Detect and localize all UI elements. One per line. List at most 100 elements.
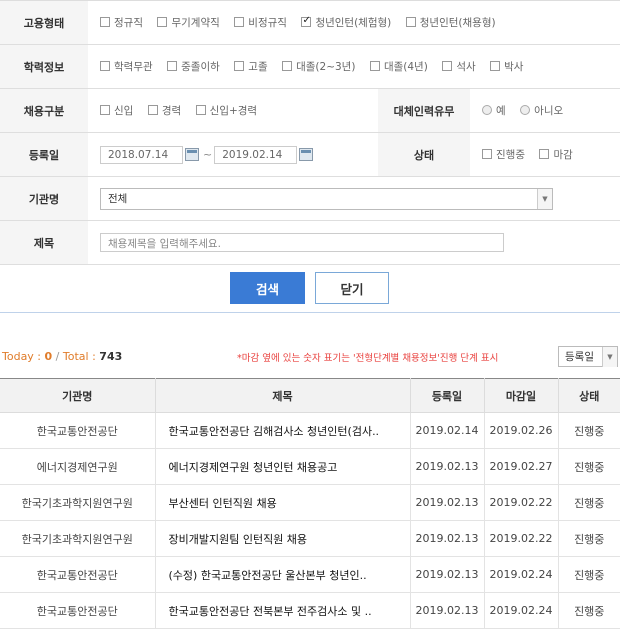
checkbox-icon[interactable] [482,149,492,160]
cell-status: 진행중 [558,520,620,557]
checkbox-icon[interactable] [234,17,245,28]
cell-title-link[interactable]: 에너지경제연구원 청년인턴 채용공고 [155,448,411,485]
cell-title-link[interactable]: 한국교통안전공단 김해검사소 청년인턴(검사.. [155,412,411,449]
table-row[interactable]: 한국기초과학지원연구원 부산센터 인턴직원 채용 2019.02.13 2019… [0,484,620,521]
radio-icon[interactable] [520,105,531,116]
checkbox-icon[interactable] [539,149,550,160]
calendar-icon[interactable] [185,148,199,161]
checkbox-icon[interactable] [100,105,110,116]
radio-icon[interactable] [482,105,492,116]
checkbox-new-experienced[interactable]: 신입+경력 [195,103,257,118]
checkbox-icon[interactable] [100,61,110,72]
checkbox-icon[interactable] [157,17,168,28]
result-summary: Today : 0 / Total : 743 [2,350,122,363]
checkbox-status-ongoing[interactable]: 진행중 [482,147,525,162]
agency-select[interactable]: 전체 ▼ [100,187,553,210]
checkbox-new[interactable]: 신입 [100,103,133,118]
column-header-agency[interactable]: 기관명 [0,378,156,413]
cell-reg-date: 2019.02.13 [410,520,485,557]
checkbox-icon[interactable] [147,105,158,116]
cell-due-date: 2019.02.22 [484,484,559,521]
column-header-reg-date[interactable]: 등록일 [410,378,485,413]
checkbox-employment-nonregular[interactable]: 비정규직 [234,15,287,30]
status-note: *마감 옆에 있는 숫자 표기는 '전형단계별 채용정보'진행 단계 표시 [237,353,499,364]
title-search-input[interactable]: 채용제목을 입력해주세요. [100,233,504,252]
cell-title-link[interactable]: 한국교통안전공단 전북본부 전주검사소 및 .. [155,592,411,629]
cell-reg-date: 2019.02.13 [410,448,485,485]
checkbox-icon[interactable] [167,61,178,72]
calendar-icon[interactable] [299,148,314,161]
checkbox-employment-intern-experience[interactable]: 청년인턴(체험형) [301,15,391,30]
cell-due-date: 2019.02.26 [484,412,559,449]
reg-date-range: 2018.07.14 ~2019.02.14 [88,132,378,177]
table-row[interactable]: 에너지경제연구원 에너지경제연구원 청년인턴 채용공고 2019.02.13 2… [0,448,620,485]
column-header-title[interactable]: 제목 [155,378,411,413]
checkbox-edu-doctor[interactable]: 박사 [490,59,523,74]
cell-agency: 한국기초과학지원연구원 [0,484,156,521]
table-row[interactable]: 한국기초과학지원연구원 장비개발지원팀 인턴직원 채용 2019.02.13 2… [0,520,620,557]
checkbox-employment-regular[interactable]: 정규직 [100,15,143,30]
checkbox-checked-icon[interactable] [301,15,312,28]
date-from-input[interactable]: 2018.07.14 [100,145,183,164]
cell-due-date: 2019.02.24 [484,592,559,629]
status-options: 진행중 마감 [470,132,620,177]
title-label: 제목 [0,220,88,265]
table-header-row: 기관명 제목 등록일 마감일 상태 [0,378,620,413]
table-row[interactable]: 한국교통안전공단 한국교통안전공단 김해검사소 청년인턴(검사.. 2019.0… [0,412,620,449]
employment-label: 고용형태 [0,0,88,45]
checkbox-icon[interactable] [369,61,380,72]
date-to-input[interactable]: 2019.02.14 [214,145,298,164]
checkbox-icon[interactable] [282,61,293,72]
table-row[interactable]: 한국교통안전공단 (수정) 한국교통안전공단 울산본부 청년인.. 2019.0… [0,556,620,593]
cell-agency: 한국교통안전공단 [0,412,156,449]
cell-reg-date: 2019.02.14 [410,412,485,449]
cell-status: 진행중 [558,592,620,629]
search-button[interactable]: 검색 [230,272,305,304]
checkbox-edu-master[interactable]: 석사 [442,59,476,74]
search-form: 고용형태 정규직 무기계약직 비정규직 청년인턴(체험형) 청년인턴(채용형) … [0,0,620,265]
table-row[interactable]: 한국교통안전공단 한국교통안전공단 전북본부 전주검사소 및 .. 2019.0… [0,592,620,629]
column-header-due-date[interactable]: 마감일 [484,378,559,413]
cell-reg-date: 2019.02.13 [410,484,485,521]
cell-agency: 한국기초과학지원연구원 [0,520,156,557]
checkbox-edu-any[interactable]: 학력무관 [100,59,153,74]
checkbox-employment-indefinite[interactable]: 무기계약직 [157,15,220,30]
summary-separator: / [55,350,60,363]
checkbox-icon[interactable] [442,61,453,72]
checkbox-edu-high[interactable]: 고졸 [234,59,268,74]
close-button[interactable]: 닫기 [315,272,389,304]
checkbox-employment-intern-hiring[interactable]: 청년인턴(채용형) [405,15,496,30]
cell-due-date: 2019.02.22 [484,520,559,557]
cell-agency: 한국교통안전공단 [0,556,156,593]
cell-title-link[interactable]: 장비개발지원팀 인턴직원 채용 [155,520,411,557]
checkbox-icon[interactable] [490,61,501,72]
chevron-down-icon[interactable]: ▼ [602,346,617,367]
radio-replacement-yes[interactable]: 예 [482,103,506,118]
checkbox-icon[interactable] [405,17,416,28]
total-count: 743 [99,350,123,363]
checkbox-icon[interactable] [234,61,245,72]
cell-agency: 한국교통안전공단 [0,592,156,629]
cell-title-link[interactable]: 부산센터 인턴직원 채용 [155,484,411,521]
cell-status: 진행중 [558,484,620,521]
checkbox-icon[interactable] [100,17,110,28]
checkbox-edu-college[interactable]: 대졸(2~3년) [282,59,355,74]
title-cell: 채용제목을 입력해주세요. [88,220,620,265]
section-divider [0,312,620,313]
checkbox-experienced[interactable]: 경력 [147,103,181,118]
checkbox-edu-university[interactable]: 대졸(4년) [369,59,428,74]
chevron-down-icon[interactable]: ▼ [537,188,552,209]
cell-title-link[interactable]: (수정) 한국교통안전공단 울산본부 청년인.. [155,556,411,593]
today-count: 0 [44,350,53,363]
sort-select[interactable]: 등록일 ▼ [558,346,618,367]
checkbox-edu-middle[interactable]: 중졸이하 [167,59,220,74]
column-header-status[interactable]: 상태 [558,378,620,413]
cell-reg-date: 2019.02.13 [410,556,485,593]
checkbox-status-closed[interactable]: 마감 [539,147,573,162]
status-label: 상태 [378,132,470,177]
cell-reg-date: 2019.02.13 [410,592,485,629]
radio-replacement-no[interactable]: 아니오 [520,103,563,118]
cell-status: 진행중 [558,556,620,593]
job-list-table: 기관명 제목 등록일 마감일 상태 한국교통안전공단 한국교통안전공단 김해검사… [0,378,620,629]
checkbox-icon[interactable] [195,105,206,116]
